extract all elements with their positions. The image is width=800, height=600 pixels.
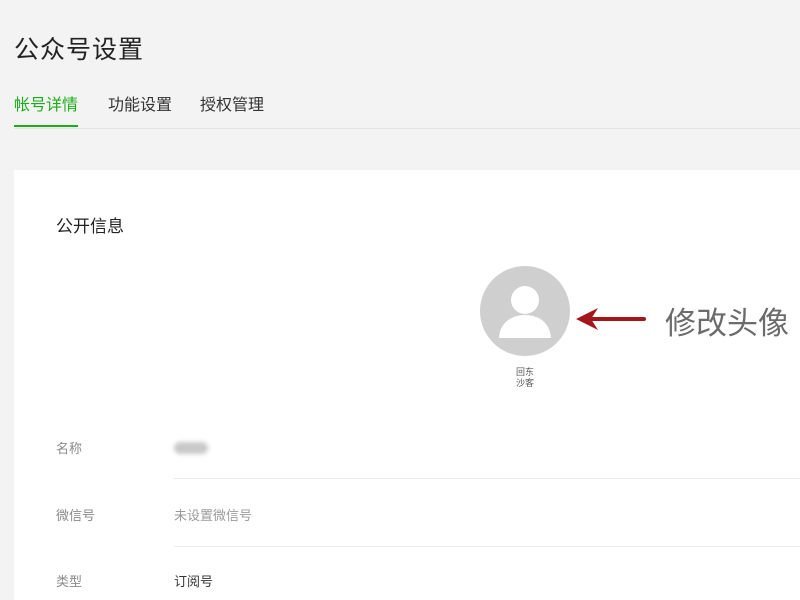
- section-title: 公开信息: [56, 217, 124, 237]
- public-info-card: 公开信息 回东 沙客 修改头像 名称 微信号 未设置微信号 类型 订阅号: [14, 170, 800, 600]
- tab-authorization-management[interactable]: 授权管理: [200, 92, 264, 127]
- name-value: [174, 442, 208, 458]
- row-divider: [174, 546, 800, 547]
- page-title: 公众号设置: [14, 35, 145, 64]
- avatar[interactable]: [480, 266, 570, 356]
- tab-function-settings[interactable]: 功能设置: [108, 92, 172, 127]
- qr-code-label[interactable]: 回东 沙客: [510, 368, 540, 390]
- type-label: 类型: [56, 575, 83, 590]
- annotation-text: 修改头像: [665, 306, 789, 342]
- settings-page: 公众号设置 帐号详情 功能设置 授权管理 公开信息 回东 沙客 修改头像 名称 …: [0, 0, 800, 600]
- type-value: 订阅号: [174, 575, 214, 590]
- tab-bar: 帐号详情 功能设置 授权管理: [14, 92, 800, 129]
- name-label: 名称: [56, 442, 83, 457]
- row-divider: [174, 478, 800, 479]
- wechat-id-label: 微信号: [56, 509, 96, 524]
- annotation-arrow-icon: [576, 308, 646, 330]
- user-silhouette-icon: [499, 286, 551, 338]
- wechat-id-value: 未设置微信号: [174, 509, 253, 524]
- redacted-name: [174, 442, 208, 454]
- tab-account-details[interactable]: 帐号详情: [14, 92, 79, 127]
